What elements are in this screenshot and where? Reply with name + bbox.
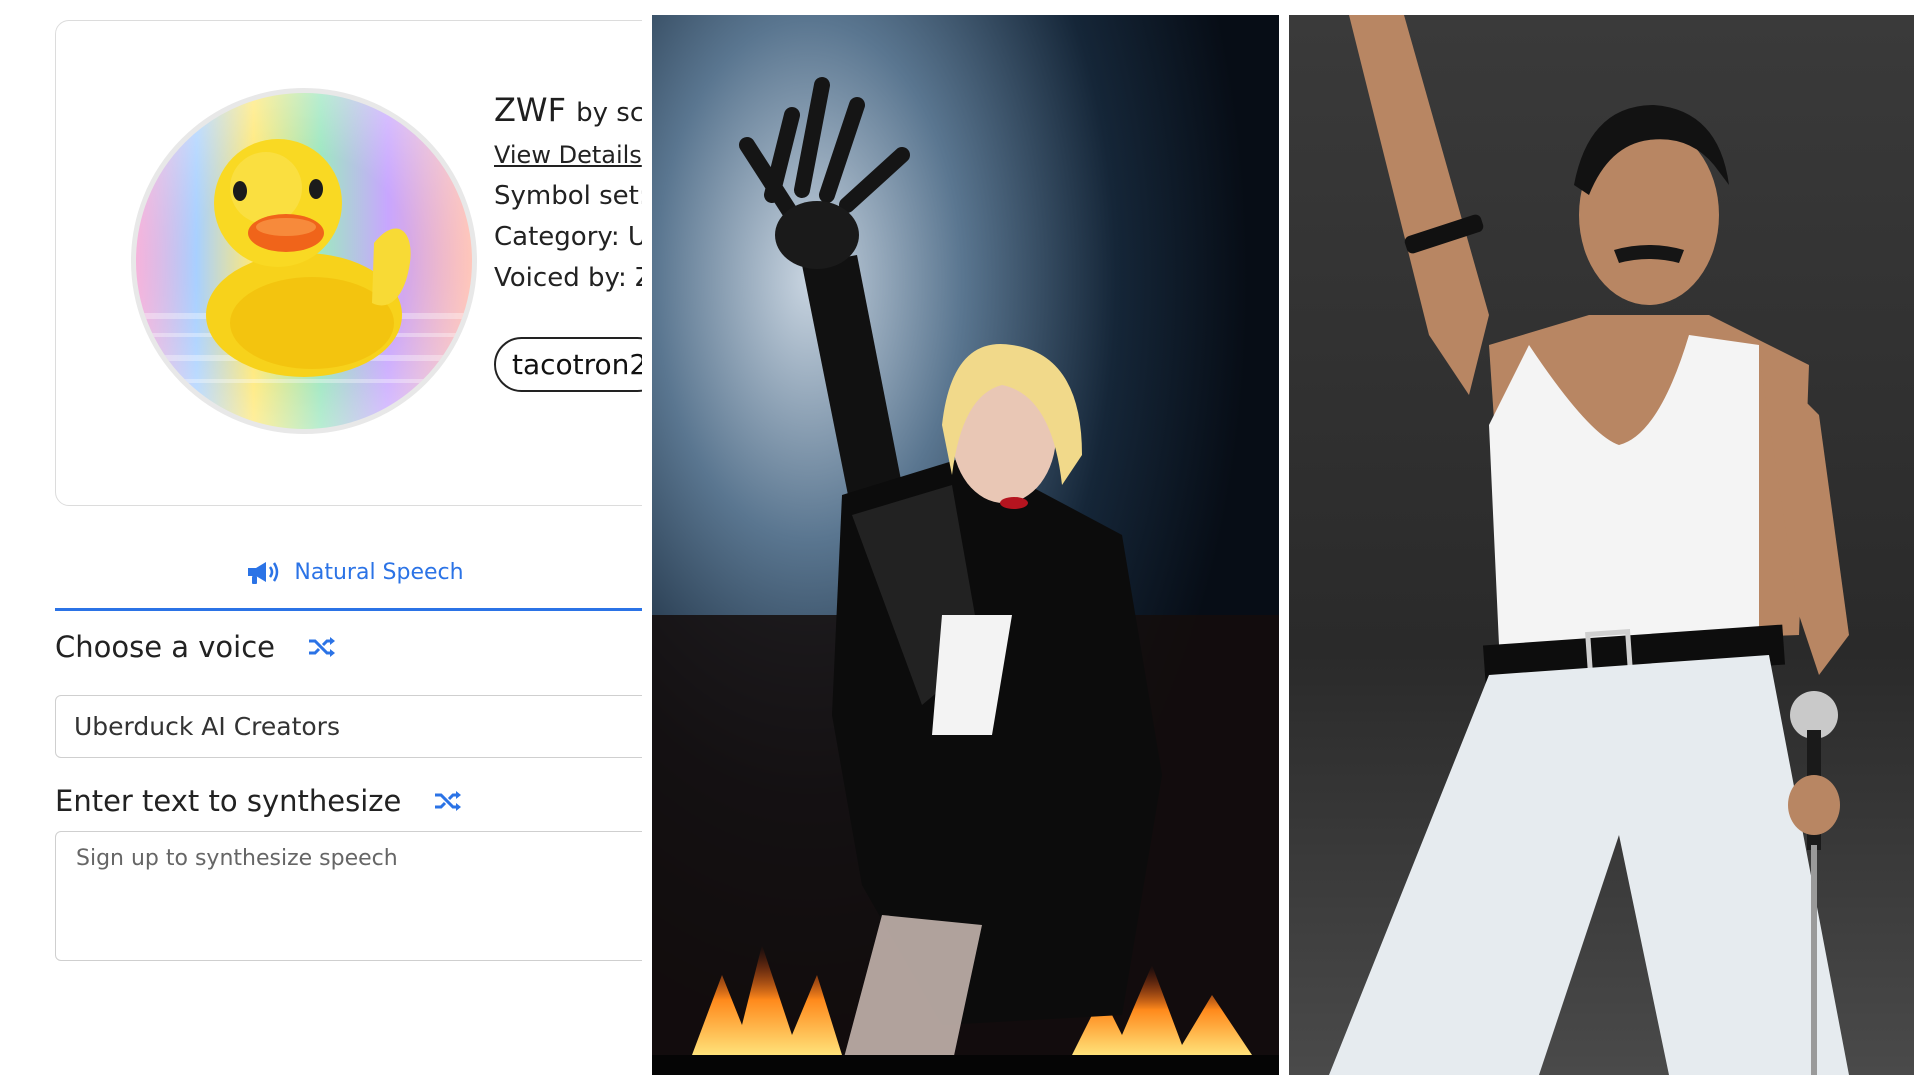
shuffle-icon[interactable] [307, 635, 337, 659]
model-author: by scr [576, 98, 642, 128]
model-name: ZWF [494, 91, 566, 129]
rubber-duck-image [136, 139, 472, 383]
voiced-by-label: Voiced by: Z [494, 263, 642, 293]
view-details-row: View Details- [494, 135, 642, 176]
tab-natural-speech-label: Natural Speech [294, 559, 464, 585]
megaphone-icon [248, 562, 279, 584]
view-details-link[interactable]: View Details [494, 141, 642, 169]
voice-synth-panel: ZWF by scr View Details- Symbol set: Cat… [0, 0, 642, 1079]
synthesize-text-input[interactable] [55, 831, 642, 961]
tab-natural-speech[interactable]: Natural Speech [55, 536, 642, 611]
choose-voice-row: Choose a voice [55, 630, 337, 664]
enter-text-label: Enter text to synthesize [55, 784, 402, 818]
photo-freddie-mercury-performing [1289, 15, 1914, 1075]
photo-lady-gaga-performing [652, 15, 1279, 1075]
enter-text-row: Enter text to synthesize [55, 784, 463, 818]
voice-select[interactable]: Uberduck AI Creators [55, 695, 642, 758]
model-avatar [131, 88, 477, 434]
model-title: ZWF by scr [494, 91, 642, 129]
symbol-set-label: Symbol set: [494, 181, 642, 211]
architecture-tag[interactable]: tacotron2 [494, 337, 642, 392]
choose-voice-label: Choose a voice [55, 630, 276, 664]
model-info: ZWF by scr View Details- Symbol set: Cat… [494, 91, 642, 299]
model-card: ZWF by scr View Details- Symbol set: Cat… [55, 20, 642, 506]
shuffle-icon[interactable] [433, 789, 463, 813]
voice-select-value: Uberduck AI Creators [74, 712, 340, 741]
category-label: Category: U [494, 222, 642, 252]
